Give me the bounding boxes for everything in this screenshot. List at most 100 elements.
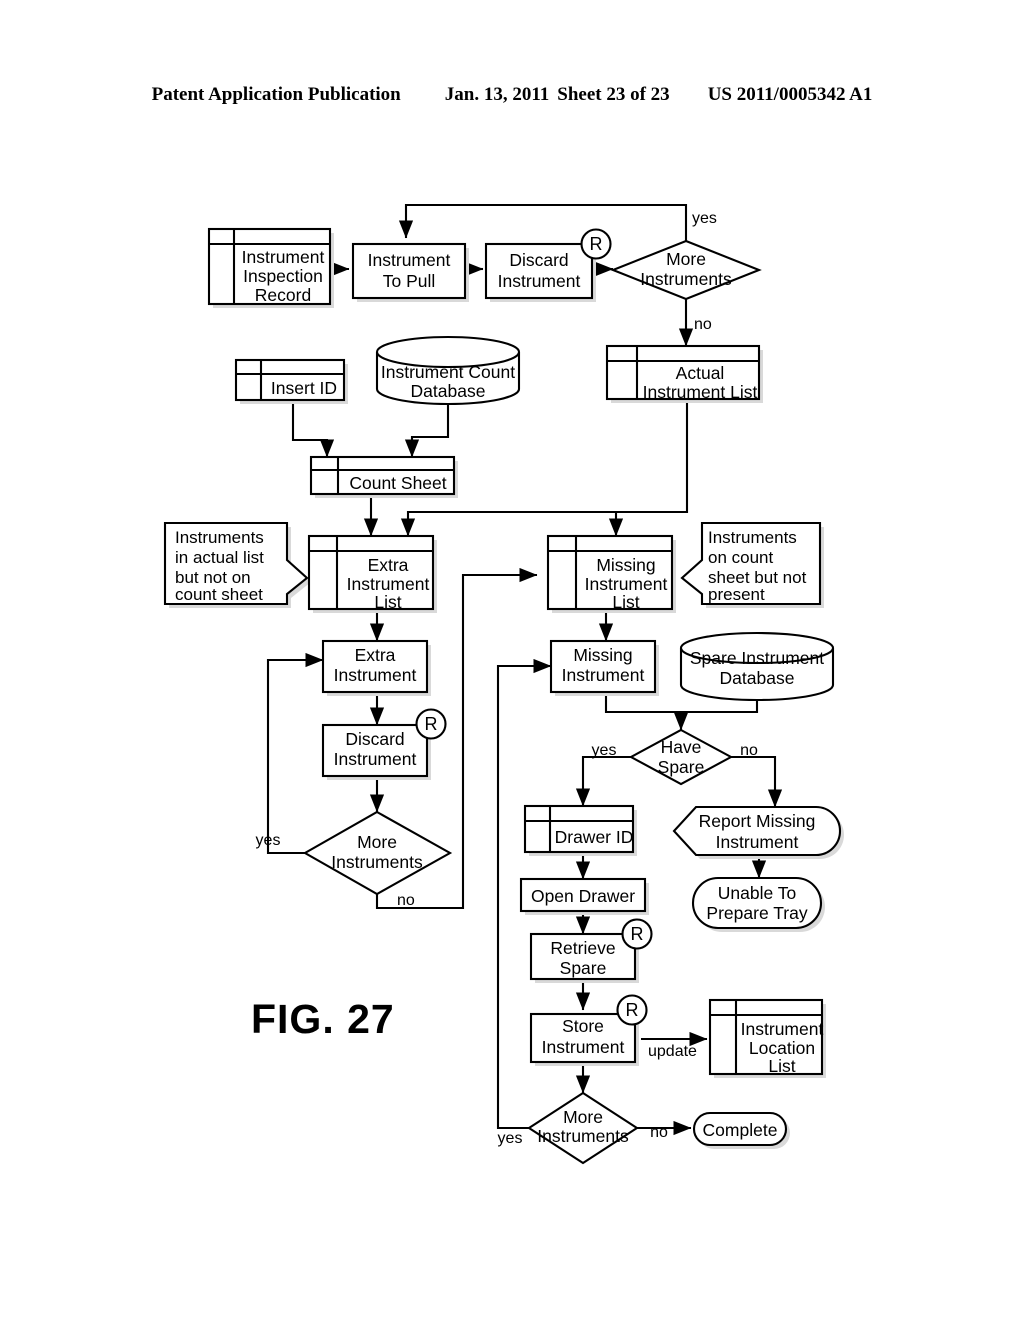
edge-label-yes-left: yes bbox=[256, 832, 281, 849]
node-label: Instrument bbox=[741, 1019, 824, 1039]
node-label: Instrument bbox=[542, 1037, 625, 1057]
edge-yes-to-drawerid bbox=[575, 755, 631, 807]
edge-label-yes-top: yes bbox=[692, 210, 717, 227]
node-label: Extra bbox=[368, 555, 409, 575]
r-badge-retrieve-spare: R bbox=[621, 918, 653, 950]
annotation-line: Instruments bbox=[175, 528, 264, 547]
r-badge-label: R bbox=[626, 1000, 639, 1020]
node-label: Instrument bbox=[368, 250, 451, 270]
node-label: Instrument Count bbox=[381, 362, 515, 382]
node-label: Discard bbox=[509, 250, 568, 270]
node-label: Store bbox=[562, 1016, 604, 1036]
node-more-instruments-left[interactable]: More Instruments bbox=[302, 810, 453, 896]
r-badge-label: R bbox=[425, 714, 438, 734]
node-have-spare[interactable]: Have Spare bbox=[628, 728, 734, 786]
annotation-extra-note: Instruments in actual list but not on co… bbox=[163, 521, 311, 608]
node-drawer-id[interactable]: Drawer ID bbox=[523, 804, 637, 856]
node-label: More bbox=[357, 832, 397, 852]
node-label: Spare bbox=[658, 757, 705, 777]
edge-label-no-left: no bbox=[397, 892, 415, 909]
node-label: Location bbox=[749, 1038, 815, 1058]
node-spare-instrument-database[interactable]: Spare Instrument Database bbox=[679, 631, 835, 702]
node-label: More bbox=[563, 1107, 603, 1127]
edge-insertid-to-countsheet bbox=[291, 400, 335, 458]
node-label: Instruments bbox=[331, 852, 423, 872]
edge-no-to-report bbox=[731, 755, 783, 808]
edge-yes-loop-left bbox=[266, 652, 324, 855]
edge-label-no-spare: no bbox=[740, 742, 758, 759]
r-badge-label: R bbox=[590, 234, 603, 254]
edge-label-no-top: no bbox=[694, 316, 712, 333]
edge-label-no-bottom: no bbox=[650, 1124, 668, 1141]
node-label: Instruments bbox=[537, 1126, 629, 1146]
node-label: Instrument bbox=[334, 749, 417, 769]
node-label: List bbox=[374, 592, 401, 612]
node-discard-instrument-top[interactable]: Discard Instrument R bbox=[484, 228, 612, 303]
annotation-line: count sheet bbox=[175, 585, 263, 604]
node-label: Inspection bbox=[243, 266, 323, 286]
node-instrument-inspection-record[interactable]: Instrument Inspection Record bbox=[207, 227, 334, 308]
node-label: Prepare Tray bbox=[706, 903, 807, 923]
node-extra-instrument[interactable]: Extra Instrument bbox=[321, 639, 431, 696]
node-count-sheet[interactable]: Count Sheet bbox=[309, 455, 458, 498]
annotation-line: on count bbox=[708, 548, 773, 567]
edge-label-yes-bottom: yes bbox=[498, 1130, 523, 1147]
edge-countdb-to-countsheet bbox=[404, 402, 450, 458]
node-label: Spare bbox=[560, 958, 607, 978]
annotation-line: in actual list bbox=[175, 548, 264, 567]
figure-label: FIG. 27 bbox=[251, 996, 395, 1042]
node-label: Actual bbox=[676, 363, 725, 383]
node-missing-instrument[interactable]: Missing Instrument bbox=[549, 639, 659, 696]
node-instrument-location-list[interactable]: Instrument Location List bbox=[708, 998, 826, 1078]
node-open-drawer[interactable]: Open Drawer bbox=[519, 877, 649, 915]
node-label: Missing bbox=[596, 555, 655, 575]
node-discard-instrument-mid[interactable]: Discard Instrument R bbox=[321, 708, 447, 781]
node-label: Report Missing bbox=[699, 811, 816, 831]
node-label: Instrument bbox=[562, 665, 645, 685]
node-label: Open Drawer bbox=[531, 886, 635, 906]
node-more-instruments-bottom[interactable]: More Instruments bbox=[527, 1091, 639, 1165]
node-label: List bbox=[768, 1056, 795, 1076]
node-label: Have bbox=[661, 737, 702, 757]
edge-label-yes-spare: yes bbox=[592, 742, 617, 759]
edge-missing-to-havespare bbox=[604, 692, 689, 731]
edge-yes-loop-top bbox=[398, 203, 688, 241]
node-label: Retrieve bbox=[550, 938, 615, 958]
node-extra-instrument-list[interactable]: Extra Instrument List bbox=[307, 534, 437, 613]
node-label: Discard bbox=[345, 729, 404, 749]
r-badge-label: R bbox=[631, 924, 644, 944]
node-retrieve-spare[interactable]: Retrieve Spare bbox=[529, 932, 639, 983]
annotation-line: present bbox=[708, 585, 765, 604]
node-missing-instrument-list[interactable]: Missing Instrument List bbox=[546, 534, 676, 613]
node-label: Complete bbox=[703, 1120, 778, 1140]
node-instrument-to-pull[interactable]: Instrument To Pull bbox=[351, 242, 469, 302]
node-more-instruments-top[interactable]: More Instruments bbox=[610, 239, 762, 301]
node-report-missing-instrument[interactable]: Report Missing Instrument bbox=[672, 805, 844, 859]
node-label: Instrument List bbox=[643, 382, 758, 402]
node-label: More bbox=[666, 249, 706, 269]
node-label: To Pull bbox=[383, 271, 436, 291]
node-label: Insert ID bbox=[271, 378, 337, 398]
edge-label-update: update bbox=[648, 1043, 697, 1060]
node-label: Extra bbox=[355, 645, 396, 665]
node-insert-id[interactable]: Insert ID bbox=[234, 358, 348, 404]
node-label: Spare Instrument bbox=[690, 648, 824, 668]
node-label: Database bbox=[720, 668, 795, 688]
r-badge-store-instrument: R bbox=[616, 994, 648, 1026]
node-complete[interactable]: Complete bbox=[692, 1111, 790, 1149]
node-label: Instrument bbox=[498, 271, 581, 291]
node-instrument-count-database[interactable]: Instrument Count Database bbox=[375, 335, 521, 406]
patent-sheet: Patent Application Publication Jan. 13, … bbox=[0, 0, 1024, 1320]
flowchart-figure: Instrument Inspection Record Instrument … bbox=[163, 203, 844, 1165]
annotation-line: Instruments bbox=[708, 528, 797, 547]
node-label: Count Sheet bbox=[349, 473, 446, 493]
node-label: Instrument bbox=[334, 665, 417, 685]
node-label: Instrument bbox=[585, 574, 668, 594]
node-actual-instrument-list[interactable]: Actual Instrument List bbox=[605, 344, 763, 403]
node-label: Instrument bbox=[716, 832, 799, 852]
node-unable-to-prepare-tray[interactable]: Unable To Prepare Tray bbox=[691, 876, 825, 932]
node-label: Database bbox=[411, 381, 486, 401]
node-label: Record bbox=[255, 285, 311, 305]
node-label: Instrument bbox=[347, 574, 430, 594]
node-label: Instrument bbox=[242, 247, 325, 267]
